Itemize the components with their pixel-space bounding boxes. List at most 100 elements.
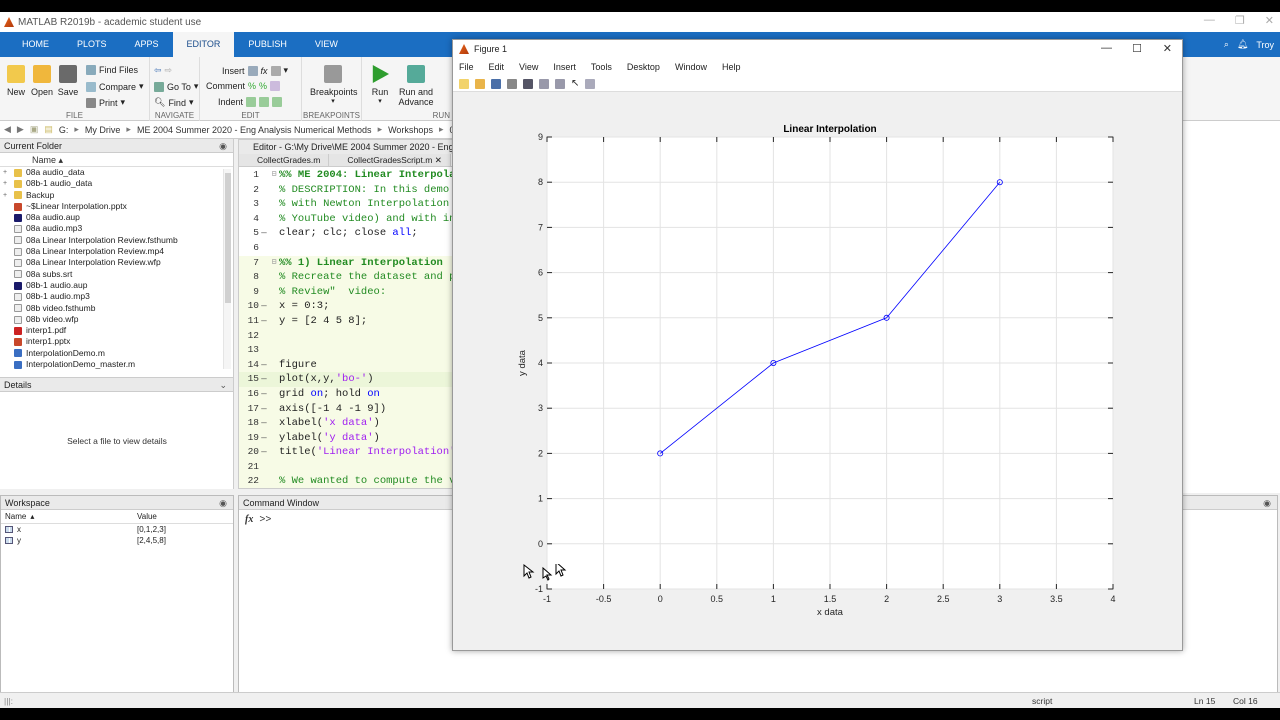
close-icon[interactable]: ✕ [1265, 14, 1274, 27]
new-figure-icon[interactable] [459, 78, 469, 89]
breadcrumb-1[interactable]: My Drive [85, 125, 121, 135]
close-icon[interactable]: ✕ [1163, 42, 1172, 55]
breakpoint-marker[interactable]: — [259, 372, 269, 387]
ws-col-value[interactable]: Value [137, 510, 157, 523]
insert-button[interactable]: Insert fx ▾ [222, 65, 288, 76]
command-menu-icon[interactable]: ◉ [1263, 496, 1271, 510]
workspace-row[interactable]: x [0,1,2,3] [1, 524, 233, 535]
file-item[interactable]: InterpolationDemo.m [0, 348, 233, 359]
breakpoint-marker[interactable] [259, 474, 269, 488]
workspace-row[interactable]: y [2,4,5,8] [1, 535, 233, 546]
line-number[interactable]: 17 [239, 402, 259, 417]
breakpoint-marker[interactable] [259, 329, 269, 344]
file-item[interactable]: 08b video.wfp [0, 314, 233, 325]
ws-col-name[interactable]: Name ▴ [5, 510, 137, 523]
breakpoint-marker[interactable] [259, 183, 269, 198]
compare-button[interactable]: Compare ▾ [86, 81, 144, 92]
file-item[interactable]: 08b video.fsthumb [0, 303, 233, 314]
fold-icon[interactable] [269, 299, 279, 314]
file-item[interactable]: + Backup [0, 190, 233, 201]
save-figure-icon[interactable] [491, 78, 501, 89]
breakpoint-marker[interactable] [259, 168, 269, 183]
fold-icon[interactable] [269, 270, 279, 285]
figure-menu-view[interactable]: View [519, 62, 538, 72]
minimize-icon[interactable]: — [1204, 14, 1215, 27]
fold-icon[interactable] [269, 212, 279, 227]
fold-icon[interactable] [269, 445, 279, 460]
breakpoint-marker[interactable]: — [259, 402, 269, 417]
goto-button[interactable]: Go To ▾ [154, 81, 198, 92]
figure-menu-insert[interactable]: Insert [553, 62, 576, 72]
fold-icon[interactable]: ⊟ [269, 256, 279, 271]
expand-icon[interactable]: + [0, 167, 10, 178]
fold-icon[interactable] [269, 329, 279, 344]
fold-icon[interactable] [269, 226, 279, 241]
run-button[interactable]: Run ▾ [366, 65, 394, 105]
fold-icon[interactable] [269, 358, 279, 373]
breakpoint-marker[interactable] [259, 241, 269, 256]
line-number[interactable]: 7 [239, 256, 259, 271]
figure-menu-file[interactable]: File [459, 62, 474, 72]
workspace-menu-icon[interactable]: ◉ [219, 496, 227, 510]
close-tab-icon[interactable]: ✕ [435, 155, 442, 165]
file-item[interactable]: 08a subs.srt [0, 269, 233, 280]
forward-icon[interactable]: ▶ [17, 124, 24, 135]
figure-menu-edit[interactable]: Edit [489, 62, 505, 72]
figure-menu-window[interactable]: Window [675, 62, 707, 72]
file-item[interactable]: ~$Linear Interpolation.pptx [0, 201, 233, 212]
fold-icon[interactable] [269, 402, 279, 417]
breakpoint-marker[interactable] [259, 285, 269, 300]
breakpoint-marker[interactable] [259, 343, 269, 358]
line-number[interactable]: 12 [239, 329, 259, 344]
line-number[interactable]: 19 [239, 431, 259, 446]
line-number[interactable]: 22 [239, 474, 259, 488]
fx-icon[interactable]: fx [245, 514, 253, 525]
line-number[interactable]: 18 [239, 416, 259, 431]
breakpoint-marker[interactable]: — [259, 299, 269, 314]
file-item[interactable]: 08a audio.mp3 [0, 223, 233, 234]
line-number[interactable]: 2 [239, 183, 259, 198]
fold-icon[interactable] [269, 183, 279, 198]
fold-icon[interactable] [269, 314, 279, 329]
breadcrumb-3[interactable]: Workshops [388, 125, 433, 135]
line-number[interactable]: 5 [239, 226, 259, 241]
maximize-icon[interactable]: ☐ [1132, 42, 1142, 55]
breakpoint-marker[interactable]: — [259, 314, 269, 329]
tab-home[interactable]: HOME [8, 32, 63, 57]
fold-icon[interactable] [269, 372, 279, 387]
fold-icon[interactable] [269, 431, 279, 446]
breakpoint-marker[interactable] [259, 212, 269, 227]
breakpoint-marker[interactable] [259, 460, 269, 475]
tab-publish[interactable]: PUBLISH [234, 32, 301, 57]
print-button[interactable]: Print ▾ [86, 97, 125, 108]
property-editor-icon[interactable] [585, 78, 596, 89]
file-item[interactable]: interp1.pptx [0, 336, 233, 347]
panel-menu-icon[interactable]: ◉ [219, 139, 227, 153]
open-file-icon[interactable] [475, 78, 485, 89]
figure-menu-desktop[interactable]: Desktop [627, 62, 660, 72]
file-item[interactable]: 08b-1 audio.mp3 [0, 291, 233, 302]
line-number[interactable]: 16 [239, 387, 259, 402]
breakpoint-marker[interactable]: — [259, 226, 269, 241]
fold-icon[interactable]: ⊟ [269, 168, 279, 183]
tab-view[interactable]: VIEW [301, 32, 352, 57]
file-tab[interactable]: CollectGradesScript.m ✕ [329, 154, 451, 166]
line-number[interactable]: 8 [239, 270, 259, 285]
breakpoint-marker[interactable]: — [259, 431, 269, 446]
breakpoints-button[interactable]: Breakpoints ▾ [310, 65, 358, 105]
fold-icon[interactable] [269, 416, 279, 431]
breakpoint-marker[interactable]: — [259, 445, 269, 460]
back-forward-buttons[interactable]: ⇦ ⇨ [154, 65, 172, 76]
comment-button[interactable]: Comment%% [206, 81, 281, 91]
figure-menu-help[interactable]: Help [722, 62, 741, 72]
file-item[interactable]: 08b-1 audio.aup [0, 280, 233, 291]
fold-icon[interactable] [269, 460, 279, 475]
file-item[interactable]: +08a audio_data [0, 167, 233, 178]
line-number[interactable]: 1 [239, 168, 259, 183]
insert-legend-icon[interactable] [555, 78, 565, 89]
save-button[interactable]: Save [54, 65, 82, 97]
breakpoint-marker[interactable] [259, 197, 269, 212]
tab-apps[interactable]: APPS [121, 32, 173, 57]
file-item[interactable]: 08a Linear Interpolation Review.fsthumb [0, 235, 233, 246]
line-number[interactable]: 9 [239, 285, 259, 300]
